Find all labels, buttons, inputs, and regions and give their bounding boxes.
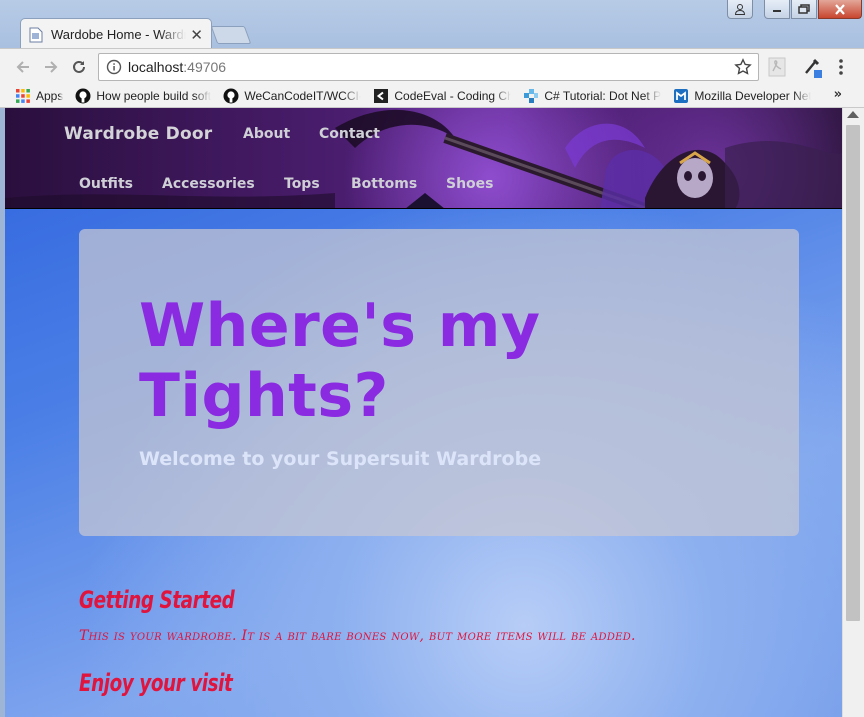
bookmarks-bar: Apps How people build software WeCanCode… xyxy=(0,84,864,108)
hero-subtitle: Welcome to your Supersuit Wardrobe xyxy=(139,448,542,470)
restore-icon xyxy=(798,4,810,14)
new-tab-button[interactable] xyxy=(210,26,252,44)
section-heading-enjoy-visit: Enjoy your visit xyxy=(79,669,233,697)
tab-title: Wardobe Home - Wardrobe Door xyxy=(51,27,187,42)
window-controls xyxy=(727,0,862,19)
reload-button[interactable] xyxy=(70,58,88,76)
user-profile-button[interactable] xyxy=(727,0,753,19)
window-titlebar: Wardobe Home - Wardrobe Door ✕ xyxy=(0,0,864,50)
bookmark-dotnetperls[interactable]: C# Tutorial: Dot Net Perls xyxy=(523,88,661,104)
nav-link-accessories[interactable]: Accessories xyxy=(162,176,255,192)
codeeval-icon xyxy=(374,88,389,103)
dotnetperls-icon xyxy=(524,88,539,103)
forward-arrow-icon xyxy=(45,61,58,73)
bookmark-label: CodeEval - Coding Challenges xyxy=(394,88,512,103)
menu-kebab-icon[interactable] xyxy=(836,57,846,77)
minimize-icon xyxy=(773,10,781,12)
back-arrow-icon xyxy=(16,61,29,73)
nav-link-about[interactable]: About xyxy=(243,126,290,142)
github-icon xyxy=(75,88,91,103)
maximize-button[interactable] xyxy=(791,0,817,19)
nav-link-bottoms[interactable]: Bottoms xyxy=(351,176,417,192)
more-bookmarks-chevron-icon[interactable]: » xyxy=(834,87,842,102)
close-window-button[interactable] xyxy=(818,0,862,19)
hero-title: Where's my Tights? xyxy=(139,291,541,431)
page-viewport: Wardrobe Door About Contact Outfits Acce… xyxy=(5,108,842,717)
site-brand-link[interactable]: Wardrobe Door xyxy=(64,124,212,144)
bookmark-codeeval[interactable]: CodeEval - Coding Challenges xyxy=(373,88,511,104)
close-tab-icon[interactable]: ✕ xyxy=(190,26,203,44)
bookmark-label: C# Tutorial: Dot Net Perls xyxy=(544,88,662,103)
bookmark-label: Mozilla Developer Network xyxy=(694,88,812,103)
close-icon xyxy=(835,3,845,15)
address-bar[interactable]: localhost:49706 xyxy=(98,53,759,81)
browser-tab[interactable]: Wardobe Home - Wardrobe Door ✕ xyxy=(20,18,212,50)
scroll-up-arrow-icon[interactable] xyxy=(847,111,859,118)
eyedropper-extension-icon[interactable] xyxy=(803,57,823,79)
minimize-button[interactable] xyxy=(764,0,790,19)
nav-link-tops[interactable]: Tops xyxy=(284,176,320,192)
bookmark-apps[interactable]: Apps xyxy=(15,88,63,104)
nav-link-contact[interactable]: Contact xyxy=(319,126,380,142)
section-heading-getting-started: Getting Started xyxy=(79,586,235,614)
pdf-extension-icon[interactable] xyxy=(767,57,787,77)
apps-grid-icon xyxy=(16,88,30,103)
mdn-icon xyxy=(674,88,689,103)
site-header-banner: Wardrobe Door About Contact Outfits Acce… xyxy=(5,108,842,209)
back-button[interactable] xyxy=(14,58,32,76)
hero-jumbotron: Where's my Tights? Welcome to your Super… xyxy=(79,229,799,536)
nav-link-shoes[interactable]: Shoes xyxy=(446,176,494,192)
bookmark-github-2[interactable]: WeCanCodeIT/WCCI- xyxy=(223,88,361,104)
browser-toolbar: localhost:49706 xyxy=(0,48,864,84)
forward-button[interactable] xyxy=(42,58,60,76)
bookmark-star-icon[interactable] xyxy=(734,58,752,76)
bookmark-label: WeCanCodeIT/WCCI- xyxy=(244,88,362,103)
page-icon xyxy=(29,27,43,42)
info-icon[interactable] xyxy=(106,59,122,75)
reload-icon xyxy=(73,60,85,73)
url-host: localhost xyxy=(128,59,184,75)
url-text: localhost:49706 xyxy=(128,59,226,75)
user-icon xyxy=(734,4,746,15)
bookmark-mdn[interactable]: Mozilla Developer Network xyxy=(673,88,811,104)
bookmark-label: Apps xyxy=(36,88,64,103)
bookmark-github-1[interactable]: How people build software xyxy=(75,88,211,104)
bookmark-label: How people build software xyxy=(96,88,212,103)
section-text-getting-started: This is your wardrobe. It is a bit bare … xyxy=(79,628,636,644)
page-scrollbar[interactable] xyxy=(842,108,864,717)
scrollbar-thumb[interactable] xyxy=(846,125,860,621)
github-icon xyxy=(223,88,239,103)
nav-link-outfits[interactable]: Outfits xyxy=(79,176,133,192)
url-port: :49706 xyxy=(183,59,227,75)
